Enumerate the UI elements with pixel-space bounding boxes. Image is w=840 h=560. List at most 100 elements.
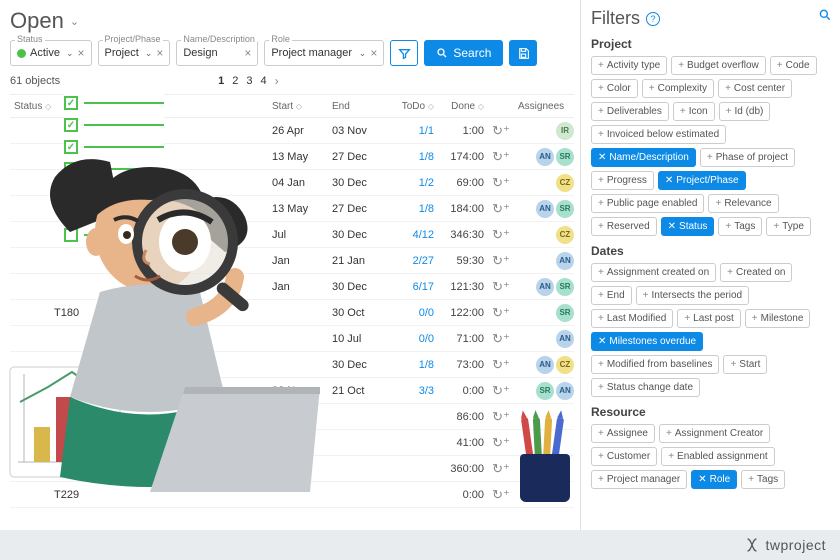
avatar[interactable]: AN: [556, 330, 574, 348]
row-todo[interactable]: 4/12: [392, 229, 434, 241]
avatar[interactable]: AN: [536, 148, 554, 166]
row-todo[interactable]: 2/27: [392, 255, 434, 267]
table-row[interactable]: Jan21 Jan2/2759:30↻⁺AN: [10, 248, 574, 274]
filter-tag[interactable]: +Invoiced below estimated: [591, 125, 726, 144]
filter-tag[interactable]: +Deliverables: [591, 102, 669, 121]
save-button[interactable]: [509, 40, 537, 66]
clock-icon[interactable]: ↻⁺: [484, 175, 518, 191]
filter-tag[interactable]: +Icon: [673, 102, 715, 121]
filter-tag[interactable]: +Reserved: [591, 217, 657, 236]
filter-tag[interactable]: ✕Name/Description: [591, 148, 696, 167]
filter-tag[interactable]: +Cost center: [718, 79, 792, 98]
pager-next-icon[interactable]: ›: [275, 74, 279, 88]
search-button[interactable]: Search: [424, 40, 503, 66]
filter-tag[interactable]: ✕Role: [691, 470, 737, 489]
avatar[interactable]: CZ: [556, 226, 574, 244]
filter-tag[interactable]: +Start: [723, 355, 767, 374]
row-todo[interactable]: 1/1: [392, 125, 434, 137]
close-icon[interactable]: ×: [78, 46, 85, 60]
pager-page[interactable]: 1: [218, 75, 224, 87]
avatar[interactable]: AN: [556, 382, 574, 400]
clock-icon[interactable]: ↻⁺: [484, 227, 518, 243]
filter-tag[interactable]: +Assignee: [591, 424, 655, 443]
filter-tag[interactable]: +Intersects the period: [636, 286, 749, 305]
filter-tag[interactable]: +Assignment Creator: [659, 424, 770, 443]
filter-chip-project[interactable]: Project/Phase Project ⌄ ×: [98, 40, 171, 66]
filter-icon-button[interactable]: [390, 40, 418, 66]
filter-tag[interactable]: +Customer: [591, 447, 657, 466]
filter-tag[interactable]: +Tags: [741, 470, 785, 489]
help-icon[interactable]: ?: [646, 12, 660, 26]
filter-tag[interactable]: +Modified from baselines: [591, 355, 719, 374]
close-icon[interactable]: ×: [370, 46, 377, 60]
avatar[interactable]: SR: [556, 304, 574, 322]
filter-tag[interactable]: +Milestone: [745, 309, 811, 328]
filter-tag[interactable]: ✕Status: [661, 217, 715, 236]
col-done[interactable]: Done ◇: [434, 101, 484, 112]
filter-tag[interactable]: +Phase of project: [700, 148, 795, 167]
filter-chip-name[interactable]: Name/Description Design ×: [176, 40, 258, 66]
avatar[interactable]: SR: [536, 382, 554, 400]
filter-tag[interactable]: +Last post: [677, 309, 740, 328]
clock-icon[interactable]: ↻⁺: [484, 331, 518, 347]
row-todo[interactable]: 3/3: [392, 385, 434, 397]
filter-tag[interactable]: +Complexity: [642, 79, 714, 98]
pager-page[interactable]: 3: [246, 75, 252, 87]
filter-tag[interactable]: +Progress: [591, 171, 654, 190]
close-icon[interactable]: ×: [244, 46, 251, 60]
col-todo[interactable]: ToDo ◇: [392, 101, 434, 112]
table-row[interactable]: 02 Nov21 Oct3/30:00↻⁺SRAN: [10, 378, 574, 404]
table-row[interactable]: 360:00↻⁺: [10, 456, 574, 482]
table-row[interactable]: 30 Dec1/873:00↻⁺ANCZ: [10, 352, 574, 378]
clock-icon[interactable]: ↻⁺: [484, 461, 518, 477]
row-todo[interactable]: 0/0: [392, 307, 434, 319]
filter-tag[interactable]: +End: [591, 286, 632, 305]
filter-tag[interactable]: +Color: [591, 79, 638, 98]
avatar[interactable]: IR: [556, 122, 574, 140]
row-todo[interactable]: 1/8: [392, 151, 434, 163]
row-todo[interactable]: 1/8: [392, 359, 434, 371]
col-assignees[interactable]: Assignees: [518, 101, 574, 112]
table-row[interactable]: 41:00↻⁺: [10, 430, 574, 456]
filter-tag[interactable]: +Enabled assignment: [661, 447, 774, 466]
filter-tag[interactable]: +Id (db): [719, 102, 771, 121]
row-todo[interactable]: 1/8: [392, 203, 434, 215]
filter-tag[interactable]: +Assignment created on: [591, 263, 716, 282]
filter-tag[interactable]: +Type: [766, 217, 811, 236]
col-end[interactable]: End: [332, 101, 392, 112]
filter-tag[interactable]: +Activity type: [591, 56, 667, 75]
chevron-down-icon[interactable]: ⌄: [359, 48, 367, 59]
avatar[interactable]: SR: [556, 278, 574, 296]
table-row[interactable]: Jan30 Dec6/17121:30↻⁺ANSR: [10, 274, 574, 300]
filter-tag[interactable]: ✕Project/Phase: [658, 171, 746, 190]
avatar[interactable]: SR: [556, 200, 574, 218]
avatar[interactable]: SR: [556, 148, 574, 166]
table-row[interactable]: 17 Jan86:00↻⁺: [10, 404, 574, 430]
col-status[interactable]: Status ◇: [10, 101, 54, 112]
avatar[interactable]: CZ: [556, 356, 574, 374]
filter-tag[interactable]: +Relevance: [708, 194, 778, 213]
row-todo[interactable]: 1/2: [392, 177, 434, 189]
row-todo[interactable]: 6/17: [392, 281, 434, 293]
filter-tag[interactable]: +Last Modified: [591, 309, 673, 328]
table-row[interactable]: T18030 Oct0/0122:00↻⁺SR: [10, 300, 574, 326]
clock-icon[interactable]: ↻⁺: [484, 201, 518, 217]
filter-tag[interactable]: +Public page enabled: [591, 194, 704, 213]
clock-icon[interactable]: ↻⁺: [484, 305, 518, 321]
table-row[interactable]: 10 Jul0/071:00↻⁺AN: [10, 326, 574, 352]
avatar[interactable]: CZ: [556, 174, 574, 192]
clock-icon[interactable]: ↻⁺: [484, 435, 518, 451]
filter-chip-status[interactable]: Status Active ⌄ ×: [10, 40, 92, 66]
filter-tag[interactable]: +Code: [770, 56, 817, 75]
chevron-down-icon[interactable]: ⌄: [66, 48, 74, 59]
filter-tag[interactable]: +Created on: [720, 263, 792, 282]
row-todo[interactable]: 0/0: [392, 333, 434, 345]
close-icon[interactable]: ×: [156, 46, 163, 60]
clock-icon[interactable]: ↻⁺: [484, 253, 518, 269]
clock-icon[interactable]: ↻⁺: [484, 279, 518, 295]
pager-page[interactable]: 4: [261, 75, 267, 87]
filter-tag[interactable]: +Tags: [718, 217, 762, 236]
filter-tag[interactable]: ✕Milestones overdue: [591, 332, 703, 351]
clock-icon[interactable]: ↻⁺: [484, 123, 518, 139]
clock-icon[interactable]: ↻⁺: [484, 409, 518, 425]
